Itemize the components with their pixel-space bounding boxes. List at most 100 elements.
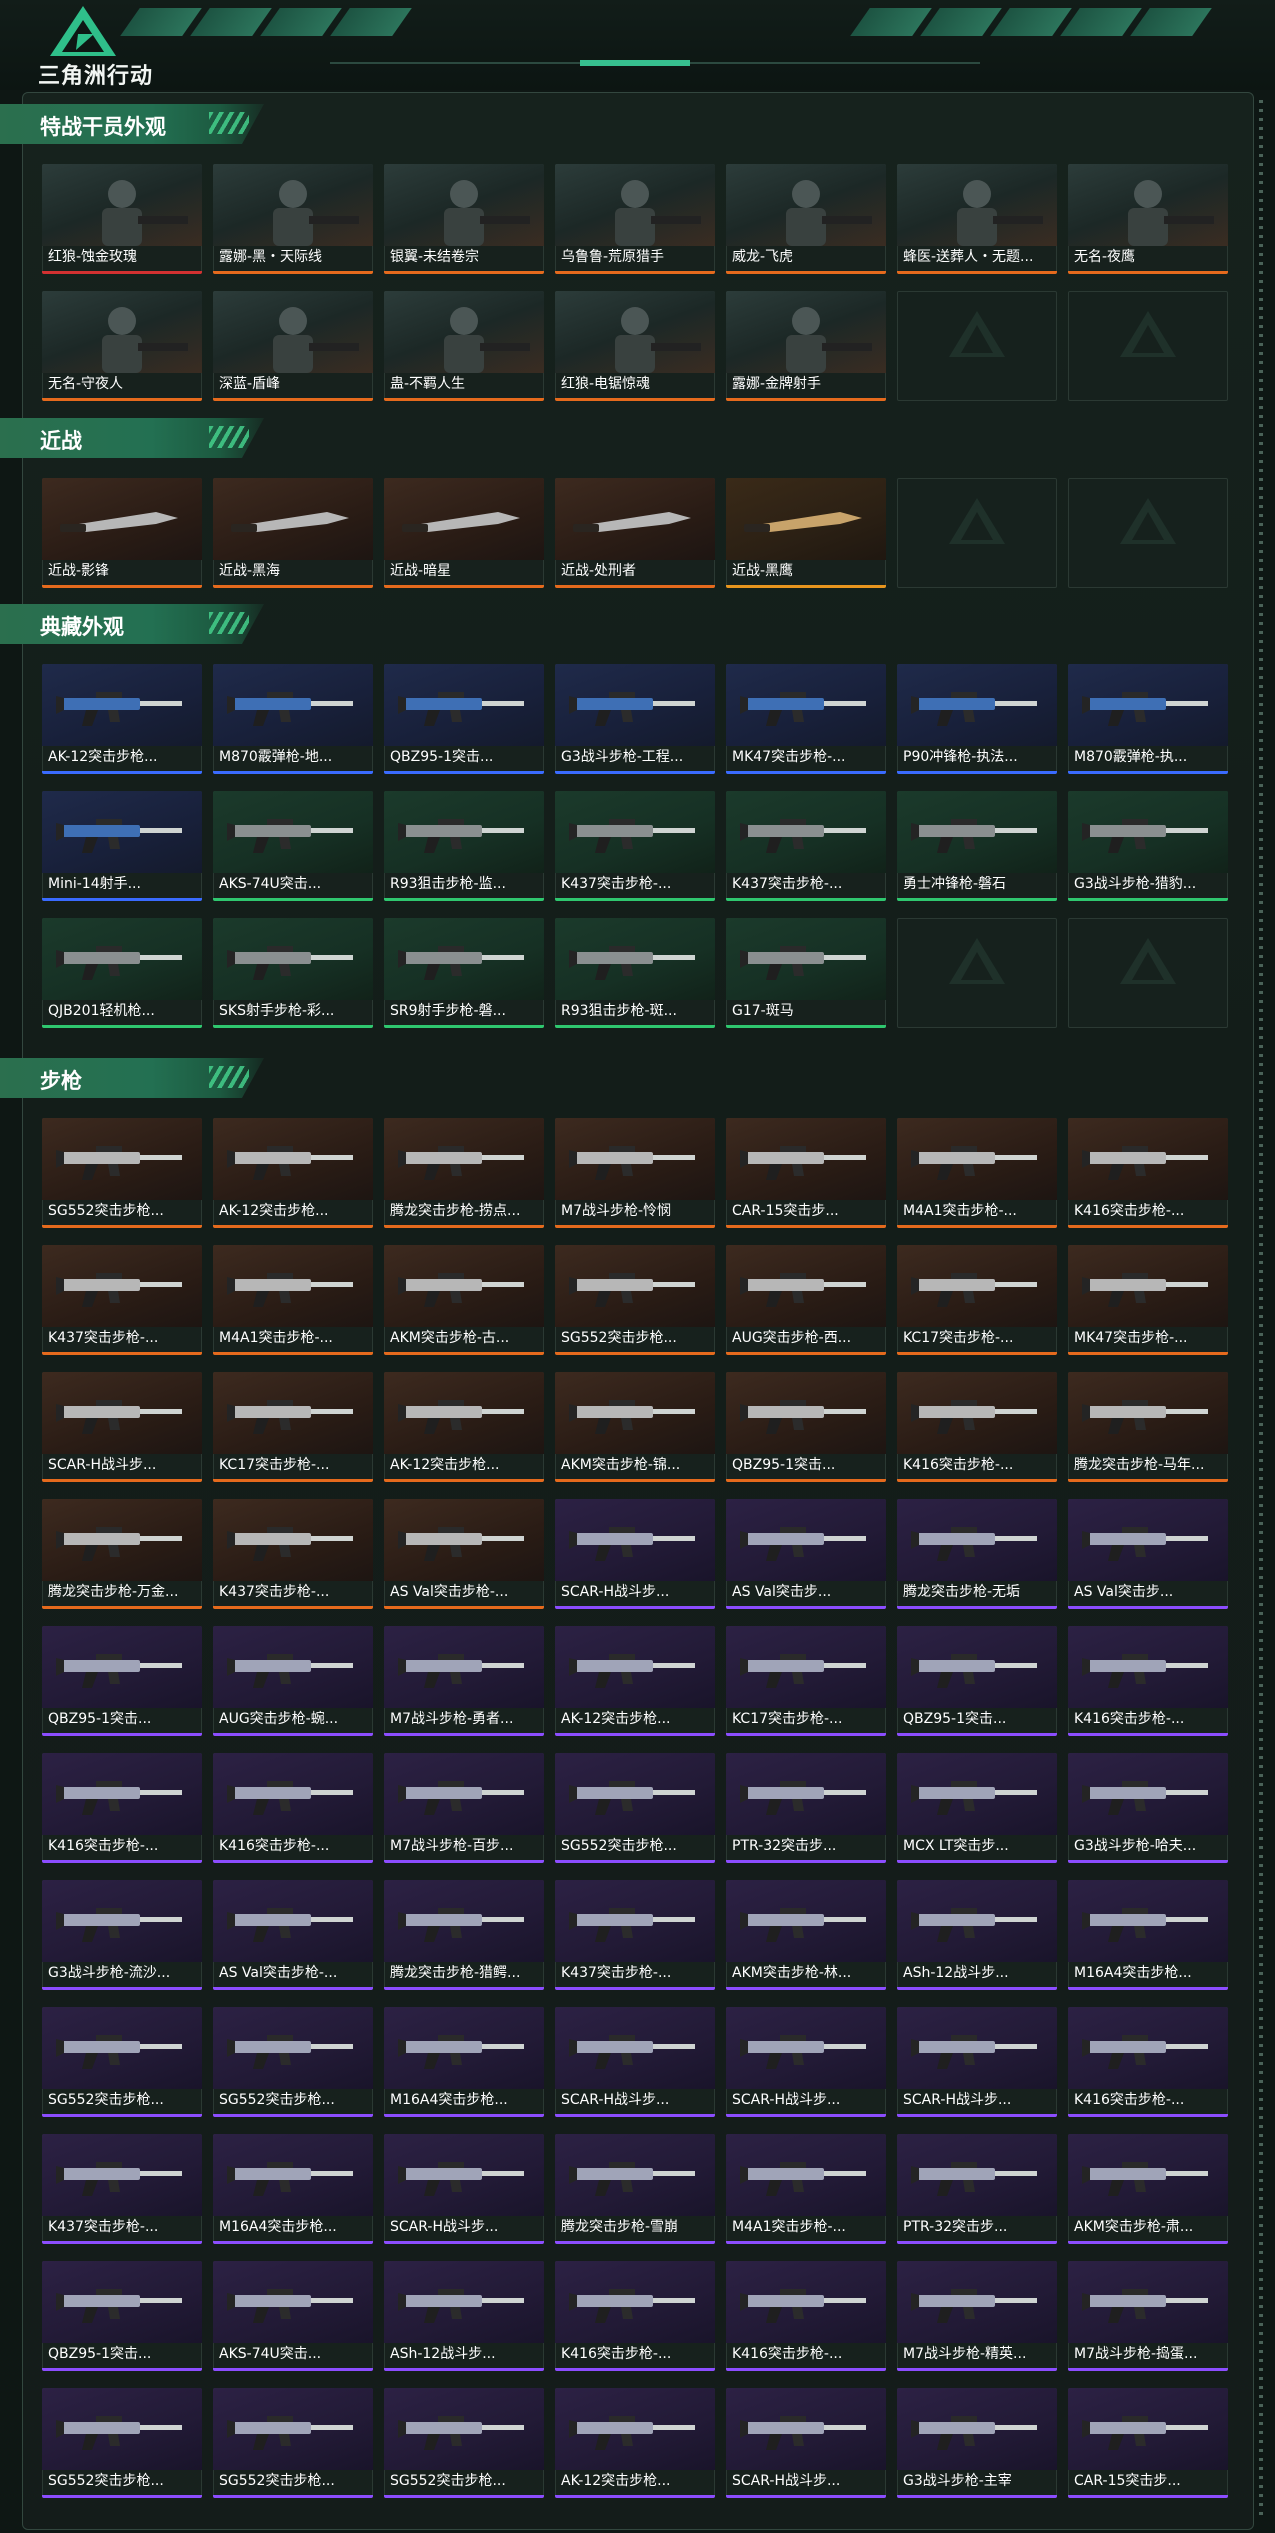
item-card[interactable]: SCAR-H战斗步... (897, 2007, 1057, 2117)
item-card[interactable]: AK-12突击步枪... (213, 1118, 373, 1228)
item-card[interactable]: 露娜-黑・天际线 (213, 164, 373, 274)
item-card[interactable]: KC17突击步枪-... (213, 1372, 373, 1482)
item-card[interactable]: M7战斗步枪-捣蛋... (1068, 2261, 1228, 2371)
item-card[interactable]: 近战-处刑者 (555, 478, 715, 588)
item-card[interactable]: K416突击步枪-... (1068, 2007, 1228, 2117)
item-card[interactable]: SCAR-H战斗步... (726, 2388, 886, 2498)
item-card[interactable]: G3战斗步枪-流沙... (42, 1880, 202, 1990)
item-card[interactable]: 腾龙突击步枪-马年... (1068, 1372, 1228, 1482)
item-card[interactable]: SG552突击步枪... (213, 2388, 373, 2498)
item-card[interactable]: M4A1突击步枪-... (897, 1118, 1057, 1228)
item-card[interactable]: CAR-15突击步... (1068, 2388, 1228, 2498)
item-card[interactable]: 深蓝-盾峰 (213, 291, 373, 401)
item-card[interactable]: SCAR-H战斗步... (555, 2007, 715, 2117)
item-card[interactable]: M7战斗步枪-精英... (897, 2261, 1057, 2371)
item-card[interactable]: KC17突击步枪-... (726, 1626, 886, 1736)
item-card[interactable]: 无名-守夜人 (42, 291, 202, 401)
item-card[interactable]: AKS-74U突击... (213, 791, 373, 901)
item-card[interactable]: AUG突击步枪-西... (726, 1245, 886, 1355)
item-card[interactable]: 乌鲁鲁-荒原猎手 (555, 164, 715, 274)
item-card[interactable]: 近战-黑鹰 (726, 478, 886, 588)
item-card[interactable]: MK47突击步枪-... (1068, 1245, 1228, 1355)
item-card[interactable]: QBZ95-1突击... (42, 1626, 202, 1736)
item-card[interactable]: G3战斗步枪-哈夫... (1068, 1753, 1228, 1863)
item-card[interactable]: K416突击步枪-... (1068, 1118, 1228, 1228)
item-card[interactable]: AS Val突击步... (726, 1499, 886, 1609)
item-card[interactable]: AK-12突击步枪... (555, 1626, 715, 1736)
item-card[interactable]: QJB201轻机枪... (42, 918, 202, 1028)
item-card[interactable]: AUG突击步枪-蜿... (213, 1626, 373, 1736)
item-card[interactable]: SG552突击步枪... (213, 2007, 373, 2117)
item-card[interactable]: K437突击步枪-... (555, 791, 715, 901)
scrollbar[interactable] (1259, 100, 1263, 2520)
item-card[interactable]: M16A4突击步枪... (1068, 1880, 1228, 1990)
item-card[interactable]: AKM突击步枪-林... (726, 1880, 886, 1990)
item-card[interactable]: AKM突击步枪-锦... (555, 1372, 715, 1482)
item-card[interactable]: AK-12突击步枪... (555, 2388, 715, 2498)
item-card[interactable]: AKM突击步枪-古... (384, 1245, 544, 1355)
item-card[interactable]: K437突击步枪-... (42, 2134, 202, 2244)
item-card[interactable]: SG552突击步枪... (42, 2388, 202, 2498)
item-card[interactable]: 威龙-飞虎 (726, 164, 886, 274)
item-card[interactable]: SCAR-H战斗步... (384, 2134, 544, 2244)
item-card[interactable]: AKS-74U突击... (213, 2261, 373, 2371)
item-card[interactable]: SCAR-H战斗步... (726, 2007, 886, 2117)
item-card[interactable]: 无名-夜鹰 (1068, 164, 1228, 274)
item-card[interactable]: QBZ95-1突击... (384, 664, 544, 774)
item-card[interactable]: M7战斗步枪-勇者... (384, 1626, 544, 1736)
item-card[interactable]: MK47突击步枪-... (726, 664, 886, 774)
item-card[interactable]: AS Val突击步枪-... (384, 1499, 544, 1609)
item-card[interactable]: K437突击步枪-... (555, 1880, 715, 1990)
item-card[interactable]: M7战斗步枪-百步... (384, 1753, 544, 1863)
item-card[interactable]: 红狼-电锯惊魂 (555, 291, 715, 401)
item-card[interactable]: KC17突击步枪-... (897, 1245, 1057, 1355)
item-card[interactable]: 银翼-未结卷宗 (384, 164, 544, 274)
item-card[interactable]: QBZ95-1突击... (897, 1626, 1057, 1736)
item-card[interactable]: M870霰弹枪-地... (213, 664, 373, 774)
item-card[interactable]: 腾龙突击步枪-捞点... (384, 1118, 544, 1228)
item-card[interactable]: P90冲锋枪-执法... (897, 664, 1057, 774)
item-card[interactable]: 近战-影锋 (42, 478, 202, 588)
item-card[interactable]: PTR-32突击步... (897, 2134, 1057, 2244)
item-card[interactable]: M4A1突击步枪-... (213, 1245, 373, 1355)
item-card[interactable]: 露娜-金牌射手 (726, 291, 886, 401)
item-card[interactable]: G3战斗步枪-猎豹... (1068, 791, 1228, 901)
item-card[interactable]: M16A4突击步枪... (213, 2134, 373, 2244)
item-card[interactable]: SCAR-H战斗步... (555, 1499, 715, 1609)
item-card[interactable]: AS Val突击步枪-... (213, 1880, 373, 1990)
item-card[interactable]: 腾龙突击步枪-雪崩 (555, 2134, 715, 2244)
item-card[interactable]: SG552突击步枪... (555, 1753, 715, 1863)
item-card[interactable]: SKS射手步枪-彩... (213, 918, 373, 1028)
item-card[interactable]: AK-12突击步枪... (42, 664, 202, 774)
item-card[interactable]: M16A4突击步枪... (384, 2007, 544, 2117)
item-card[interactable]: K416突击步枪-... (1068, 1626, 1228, 1736)
item-card[interactable]: CAR-15突击步... (726, 1118, 886, 1228)
item-card[interactable]: SCAR-H战斗步... (42, 1372, 202, 1482)
item-card[interactable]: 近战-黑海 (213, 478, 373, 588)
item-card[interactable]: 近战-暗星 (384, 478, 544, 588)
item-card[interactable]: R93狙击步枪-监... (384, 791, 544, 901)
item-card[interactable]: R93狙击步枪-斑... (555, 918, 715, 1028)
item-card[interactable]: G3战斗步枪-主宰 (897, 2388, 1057, 2498)
item-card[interactable]: K416突击步枪-... (897, 1372, 1057, 1482)
item-card[interactable]: Mini-14射手... (42, 791, 202, 901)
item-card[interactable]: SG552突击步枪... (555, 1245, 715, 1355)
item-card[interactable]: M4A1突击步枪-... (726, 2134, 886, 2244)
item-card[interactable]: K437突击步枪-... (726, 791, 886, 901)
item-card[interactable]: SG552突击步枪... (384, 2388, 544, 2498)
item-card[interactable]: AS Val突击步... (1068, 1499, 1228, 1609)
item-card[interactable]: AKM突击步枪-肃... (1068, 2134, 1228, 2244)
item-card[interactable]: M870霰弹枪-执... (1068, 664, 1228, 774)
item-card[interactable]: 蛊-不羁人生 (384, 291, 544, 401)
item-card[interactable]: K437突击步枪-... (213, 1499, 373, 1609)
item-card[interactable]: SG552突击步枪... (42, 1118, 202, 1228)
item-card[interactable]: M7战斗步枪-怜悯 (555, 1118, 715, 1228)
item-card[interactable]: G17-斑马 (726, 918, 886, 1028)
item-card[interactable]: 红狼-蚀金玫瑰 (42, 164, 202, 274)
item-card[interactable]: QBZ95-1突击... (726, 1372, 886, 1482)
item-card[interactable]: K416突击步枪-... (213, 1753, 373, 1863)
item-card[interactable]: K437突击步枪-... (42, 1245, 202, 1355)
item-card[interactable]: SG552突击步枪... (42, 2007, 202, 2117)
item-card[interactable]: MCX LT突击步... (897, 1753, 1057, 1863)
item-card[interactable]: 腾龙突击步枪-猎鳄... (384, 1880, 544, 1990)
